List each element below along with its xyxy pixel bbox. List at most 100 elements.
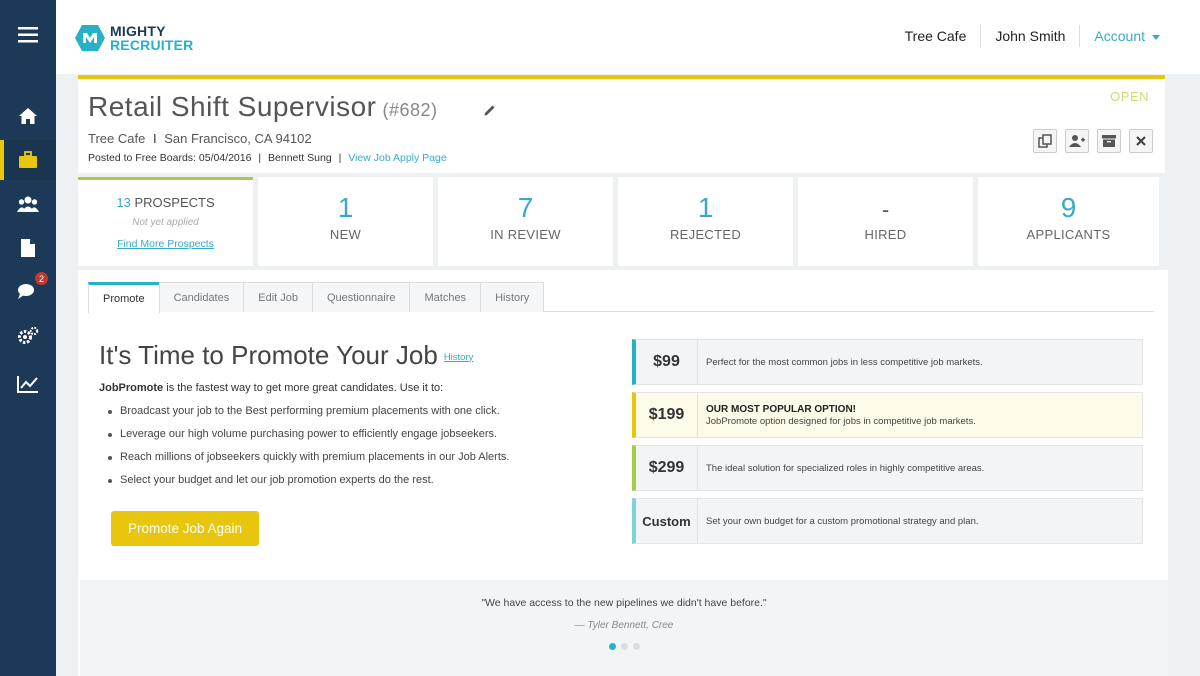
list-item: Reach millions of jobseekers quickly wit… xyxy=(107,451,509,474)
stat-label: NEW xyxy=(329,227,362,242)
price-option-99[interactable]: $99 Perfect for the most common jobs in … xyxy=(632,339,1143,385)
tab-history[interactable]: History xyxy=(480,282,545,312)
price-desc-text: Set your own budget for a custom promoti… xyxy=(706,515,979,527)
chevron-down-icon xyxy=(1152,34,1160,40)
close-icon xyxy=(1136,136,1146,146)
stat-value: - xyxy=(881,197,890,222)
stat-label: APPLICANTS xyxy=(1026,227,1111,242)
brand-line2: RECRUITER xyxy=(110,37,194,53)
price-desc-text: JobPromote option designed for jobs in c… xyxy=(706,415,976,427)
users-icon[interactable] xyxy=(0,184,56,224)
price-headline: OUR MOST POPULAR OPTION! xyxy=(706,403,856,415)
testimonial-quote: "We have access to the new pipelines we … xyxy=(481,597,767,609)
stat-label: IN REVIEW xyxy=(490,227,561,242)
stat-label: HIRED xyxy=(864,227,907,242)
copy-job-button[interactable] xyxy=(1033,129,1057,153)
price-description: OUR MOST POPULAR OPTION! JobPromote opti… xyxy=(698,393,976,437)
settings-icon[interactable] xyxy=(0,316,56,356)
job-location-line: Tree Cafe I San Francisco, CA 94102 xyxy=(88,131,312,146)
tab-matches[interactable]: Matches xyxy=(409,282,482,312)
stat-new[interactable]: 1 NEW xyxy=(258,177,433,266)
stat-value: 7 xyxy=(517,192,534,223)
price-desc-text: Perfect for the most common jobs in less… xyxy=(706,356,983,368)
edit-pencil-icon[interactable] xyxy=(483,103,497,117)
user-name[interactable]: John Smith xyxy=(981,24,1079,48)
job-header: Retail Shift Supervisor (#682) OPEN Tree … xyxy=(78,75,1165,173)
price-option-299[interactable]: $299 The ideal solution for specialized … xyxy=(632,445,1143,491)
tab-bar: Promote Candidates Edit Job Questionnair… xyxy=(88,282,1154,313)
carousel-dot[interactable] xyxy=(620,643,628,650)
prospects-label: PROSPECTS xyxy=(134,195,215,210)
job-actions xyxy=(1033,129,1153,153)
company-switcher[interactable]: Tree Cafe xyxy=(891,24,981,48)
list-item: Select your budget and let our job promo… xyxy=(107,474,509,497)
price-amount: Custom xyxy=(636,499,698,543)
price-options: $99 Perfect for the most common jobs in … xyxy=(632,339,1143,551)
add-user-icon xyxy=(1069,135,1085,147)
chat-icon[interactable]: 2 xyxy=(0,272,56,312)
promote-intro: JobPromote is the fastest way to get mor… xyxy=(99,382,443,394)
archive-icon xyxy=(1102,135,1116,147)
home-icon[interactable] xyxy=(0,96,56,136)
account-menu[interactable]: Account xyxy=(1080,24,1174,48)
promote-job-again-button[interactable]: Promote Job Again xyxy=(111,511,259,546)
find-more-prospects-link[interactable]: Find More Prospects xyxy=(78,238,253,250)
brand-logo[interactable]: MIGHTY RECRUITER xyxy=(74,24,193,52)
list-item: Leverage our high volume purchasing powe… xyxy=(107,428,509,451)
chart-icon[interactable] xyxy=(0,364,56,404)
carousel-dots xyxy=(80,643,1168,650)
price-description: The ideal solution for specialized roles… xyxy=(698,446,984,490)
top-header: MIGHTY RECRUITER Tree Cafe John Smith Ac… xyxy=(56,0,1200,74)
carousel-dot[interactable] xyxy=(632,643,640,650)
posted-by: Bennett Sung xyxy=(268,152,332,164)
price-option-199[interactable]: $199 OUR MOST POPULAR OPTION! JobPromote… xyxy=(632,392,1143,438)
brand-line1: MIGHTY xyxy=(110,23,166,39)
price-amount: $99 xyxy=(636,340,698,384)
stat-label: REJECTED xyxy=(669,227,742,242)
carousel-dot[interactable] xyxy=(608,643,616,650)
promote-benefits-list: Broadcast your job to the Best performin… xyxy=(107,405,509,497)
testimonial-carousel: "We have access to the new pipelines we … xyxy=(80,580,1168,676)
add-user-button[interactable] xyxy=(1065,129,1089,153)
stat-in-review[interactable]: 7 IN REVIEW xyxy=(438,177,613,266)
stat-hired[interactable]: - HIRED xyxy=(798,177,973,266)
price-option-custom[interactable]: Custom Set your own budget for a custom … xyxy=(632,498,1143,544)
prospects-count: 13 xyxy=(116,195,131,210)
promote-heading: It's Time to Promote Your Job History xyxy=(99,340,473,371)
stat-value: 9 xyxy=(1060,192,1077,223)
promote-title: It's Time to Promote Your Job xyxy=(99,340,438,370)
menu-icon[interactable] xyxy=(0,15,56,55)
posted-date: Posted to Free Boards: 05/04/2016 xyxy=(88,152,252,164)
price-desc-text: The ideal solution for specialized roles… xyxy=(706,462,985,474)
copy-icon xyxy=(1038,134,1052,148)
price-description: Perfect for the most common jobs in less… xyxy=(698,340,983,384)
price-amount: $299 xyxy=(636,446,698,490)
prospects-count-line: 13 PROSPECTS xyxy=(78,195,253,210)
stat-value: 1 xyxy=(337,192,354,223)
testimonial-author: — Tyler Bennett, Cree xyxy=(574,620,674,631)
price-description: Set your own budget for a custom promoti… xyxy=(698,499,979,543)
close-job-button[interactable] xyxy=(1129,129,1153,153)
view-job-apply-link[interactable]: View Job Apply Page xyxy=(348,152,446,164)
tab-questionnaire[interactable]: Questionnaire xyxy=(311,282,411,312)
stats-row: 13 PROSPECTS Not yet applied Find More P… xyxy=(78,177,1165,266)
tab-promote[interactable]: Promote xyxy=(88,282,160,313)
logo-hexagon-icon xyxy=(75,25,105,51)
stat-applicants[interactable]: 9 APPLICANTS xyxy=(978,177,1159,266)
job-number: (#682) xyxy=(382,100,438,120)
main-panel: Promote Candidates Edit Job Questionnair… xyxy=(78,270,1168,676)
job-title: Retail Shift Supervisor (#682) xyxy=(88,91,438,123)
prospects-card: 13 PROSPECTS Not yet applied Find More P… xyxy=(78,177,253,266)
stat-rejected[interactable]: 1 REJECTED xyxy=(618,177,793,266)
document-icon[interactable] xyxy=(0,228,56,268)
intro-text: is the fastest way to get more great can… xyxy=(163,382,444,394)
price-amount: $199 xyxy=(636,393,698,437)
briefcase-icon[interactable] xyxy=(0,140,56,180)
tab-edit-job[interactable]: Edit Job xyxy=(243,282,313,312)
tab-candidates[interactable]: Candidates xyxy=(158,282,245,312)
account-label: Account xyxy=(1094,28,1145,44)
job-location: San Francisco, CA 94102 xyxy=(164,131,312,146)
archive-button[interactable] xyxy=(1097,129,1121,153)
sidebar: 2 xyxy=(0,0,56,676)
promote-history-link[interactable]: History xyxy=(444,352,474,363)
